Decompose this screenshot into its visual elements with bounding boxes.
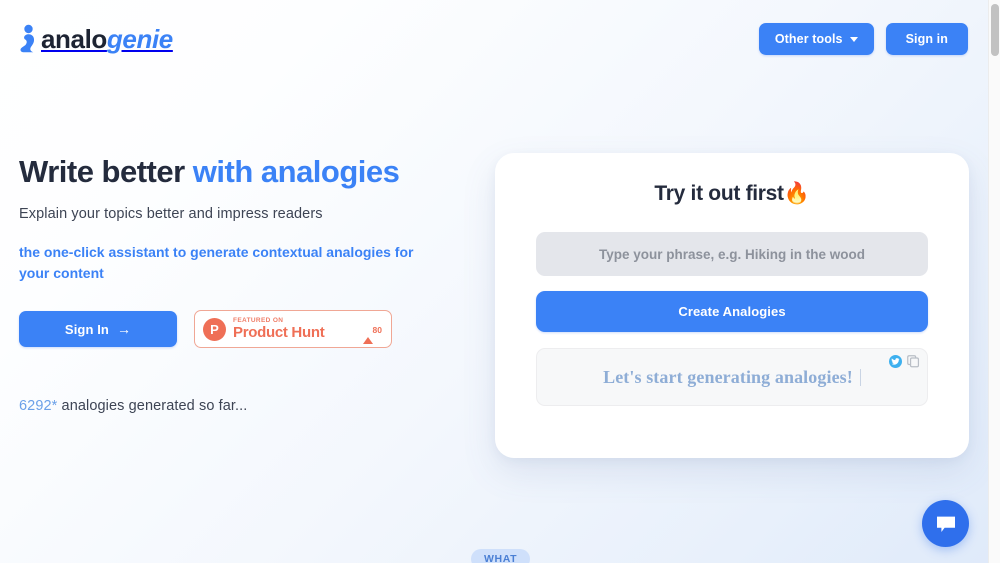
- header-actions: Other tools Sign in: [758, 23, 968, 55]
- headline-plain: Write better: [19, 154, 193, 189]
- product-hunt-name: Product Hunt: [233, 324, 325, 342]
- triangle-up-icon: [362, 319, 373, 344]
- product-hunt-icon: P: [203, 317, 226, 341]
- headline-accent: with analogies: [192, 154, 400, 189]
- result-actions: [889, 354, 920, 368]
- page-viewport: analogenie Other tools Sign in Write bet…: [0, 0, 988, 563]
- other-tools-button[interactable]: Other tools: [758, 23, 874, 55]
- page-scrollbar[interactable]: [988, 0, 1000, 563]
- product-hunt-upvote-count: 80: [372, 324, 382, 335]
- product-hunt-votes: 80: [362, 319, 382, 344]
- genie-lamp-icon: [20, 24, 35, 53]
- try-it-out-card: Try it out first🔥 Create Analogies Let's…: [495, 153, 969, 458]
- analogy-result-box: Let's start generating analogies!: [536, 348, 928, 407]
- section-badge-what: WHAT: [471, 549, 531, 563]
- phrase-input[interactable]: [536, 232, 928, 277]
- chat-bubble-icon: [936, 516, 955, 532]
- analogies-counter-number: 6292*: [19, 398, 58, 415]
- site-header: analogenie Other tools Sign in: [0, 0, 988, 78]
- scrollbar-thumb[interactable]: [991, 4, 999, 56]
- analogies-counter: 6292* analogies generated so far...: [19, 398, 449, 414]
- analogies-counter-text: analogies generated so far...: [57, 398, 248, 415]
- brand-logo[interactable]: analogenie: [18, 24, 173, 54]
- hero-cta-row: Sign In → P FEATURED ON Product Hunt 80: [19, 310, 449, 349]
- try-card-title: Try it out first🔥: [654, 182, 810, 205]
- text-cursor: [859, 368, 861, 386]
- hero-left-column: Write better with analogies Explain your…: [19, 154, 449, 414]
- chevron-down-icon: [849, 37, 858, 42]
- analogy-result-text: Let's start generating analogies!: [603, 366, 853, 387]
- logo-text-blue: genie: [106, 24, 173, 54]
- sign-in-button-header[interactable]: Sign in: [885, 23, 968, 55]
- logo-text-dark: analo: [41, 24, 107, 54]
- other-tools-label: Other tools: [774, 32, 843, 46]
- twitter-icon[interactable]: [889, 354, 902, 368]
- chat-widget-button[interactable]: [922, 500, 969, 547]
- arrow-right-icon: →: [116, 321, 132, 338]
- sign-in-hero-label: Sign In: [64, 321, 109, 337]
- hero-tagline: the one-click assistant to generate cont…: [19, 244, 414, 282]
- create-analogies-button[interactable]: Create Analogies: [536, 291, 928, 333]
- product-hunt-text: FEATURED ON Product Hunt: [233, 317, 356, 342]
- page-title: Write better with analogies: [19, 154, 449, 190]
- product-hunt-badge[interactable]: P FEATURED ON Product Hunt 80: [194, 310, 392, 349]
- sign-in-button-hero[interactable]: Sign In →: [19, 311, 177, 348]
- copy-icon[interactable]: [906, 354, 920, 368]
- hero-subheadline: Explain your topics better and impress r…: [19, 205, 323, 222]
